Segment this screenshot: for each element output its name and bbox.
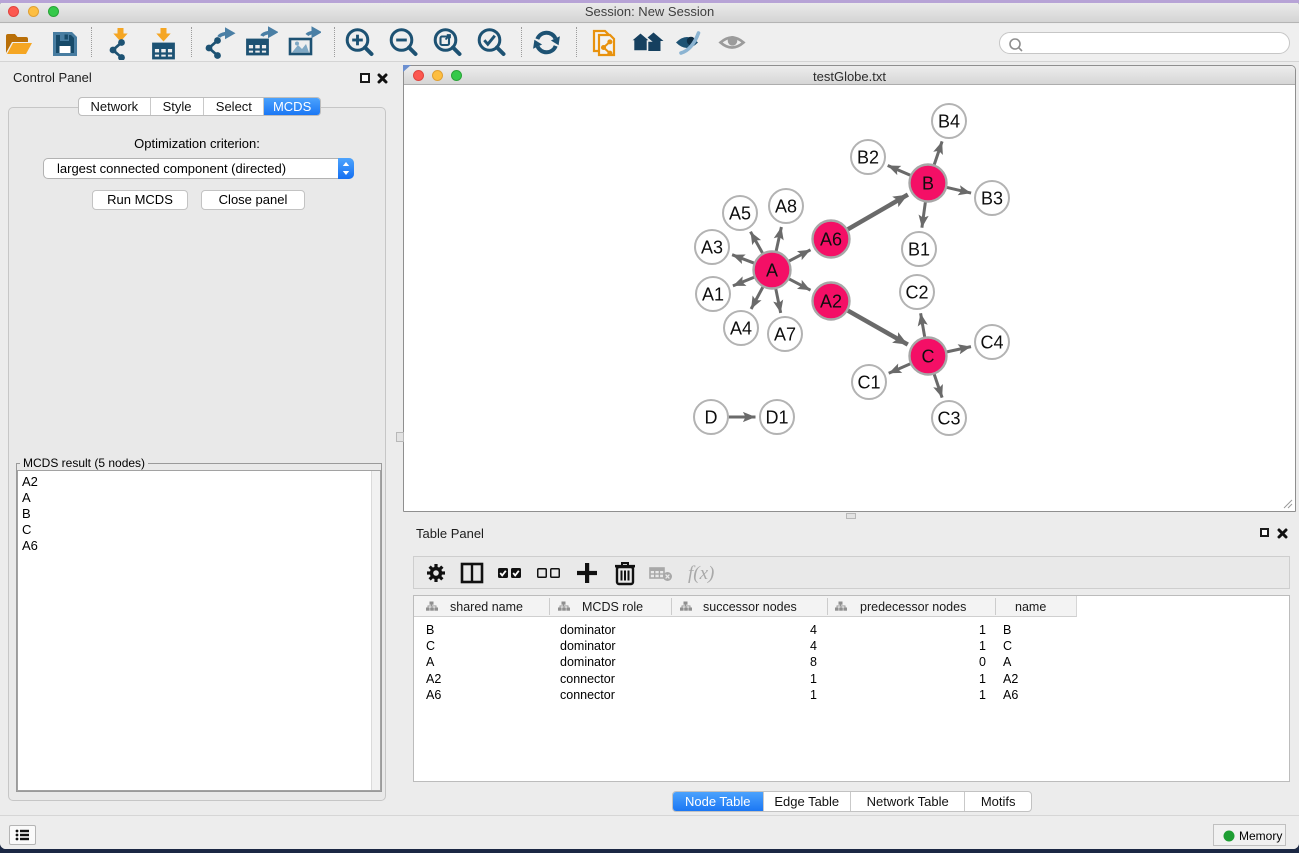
svg-text:A8: A8 bbox=[775, 197, 797, 217]
svg-text:D: D bbox=[705, 408, 718, 428]
svg-text:A7: A7 bbox=[774, 325, 796, 345]
svg-text:C1: C1 bbox=[857, 373, 880, 393]
svg-text:A: A bbox=[766, 261, 778, 281]
svg-text:A4: A4 bbox=[730, 319, 752, 339]
svg-text:C3: C3 bbox=[937, 409, 960, 429]
svg-text:C4: C4 bbox=[980, 333, 1003, 353]
svg-text:A2: A2 bbox=[820, 292, 842, 312]
svg-text:B2: B2 bbox=[857, 148, 879, 168]
svg-text:C: C bbox=[922, 347, 935, 367]
svg-text:D1: D1 bbox=[765, 408, 788, 428]
svg-text:B: B bbox=[922, 174, 934, 194]
svg-text:A6: A6 bbox=[820, 230, 842, 250]
svg-text:A5: A5 bbox=[729, 204, 751, 224]
svg-text:C2: C2 bbox=[905, 283, 928, 303]
svg-text:A1: A1 bbox=[702, 285, 724, 305]
svg-text:B3: B3 bbox=[981, 189, 1003, 209]
svg-text:B1: B1 bbox=[908, 240, 930, 260]
svg-text:B4: B4 bbox=[938, 112, 960, 132]
svg-text:A3: A3 bbox=[701, 238, 723, 258]
